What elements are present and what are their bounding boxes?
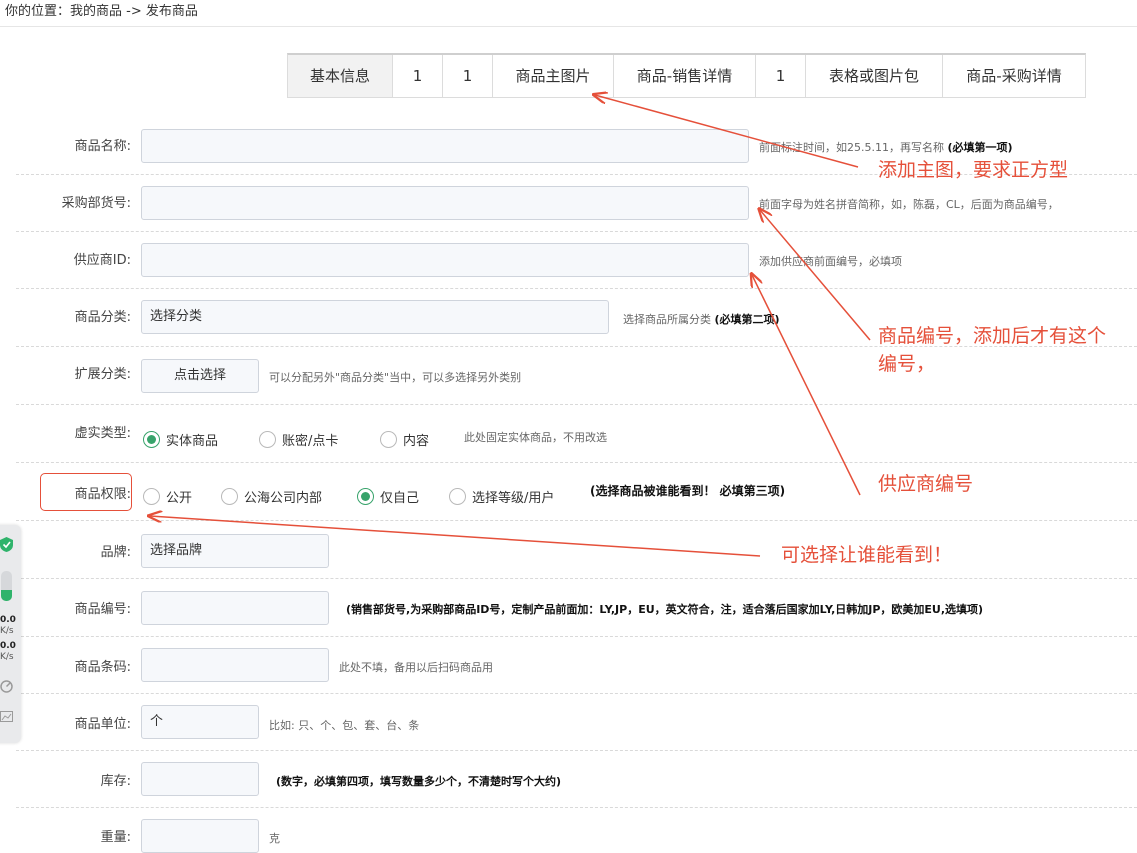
radio-label: 仅自己 xyxy=(380,491,420,506)
barcode-hint: 此处不填，备用以后扫码商品用 xyxy=(339,661,493,674)
radio-label: 公海公司内部 xyxy=(244,491,323,506)
supplier-id-input[interactable] xyxy=(141,243,749,277)
download-unit: K/s xyxy=(0,652,14,662)
tab-1c[interactable]: 1 xyxy=(756,55,806,97)
radio-company-internal[interactable]: 公海公司内部 xyxy=(221,487,322,506)
annotation-supplier: 供应商编号 xyxy=(878,473,974,495)
radio-checked-icon xyxy=(143,431,160,448)
divider xyxy=(16,807,1137,808)
tab-table-image-pack[interactable]: 表格或图片包 xyxy=(806,55,943,97)
tab-sales-detail[interactable]: 商品-销售详情 xyxy=(614,55,756,97)
category-hint: 选择商品所属分类 (必填第二项) xyxy=(623,311,780,327)
stock-label: 库存: xyxy=(100,774,131,789)
name-hint-required: (必填第一项) xyxy=(947,141,1013,154)
radio-level-user[interactable]: 选择等级/用户 xyxy=(449,487,554,506)
product-no-hint: (销售部货号,为采购部商品ID号，定制产品前面加：LY,JP，EU，英文符合，注… xyxy=(346,603,984,616)
upload-speed: 0.0 xyxy=(0,615,16,625)
permission-hint: (选择商品被谁能看到！ 必填第三项) xyxy=(590,484,786,498)
radio-icon xyxy=(143,488,160,505)
category-select[interactable]: 选择分类 xyxy=(141,300,609,334)
weight-hint: 克 xyxy=(269,832,280,845)
tab-purchase-detail[interactable]: 商品-采购详情 xyxy=(943,55,1085,97)
divider xyxy=(16,462,1137,463)
download-speed: 0.0 xyxy=(0,641,16,651)
radio-public[interactable]: 公开 xyxy=(143,487,192,506)
annotation-main-image: 添加主图，要求正方型 xyxy=(878,159,1069,181)
purchase-no-input[interactable] xyxy=(141,186,749,220)
stock-hint: (数字，必填第四项，填写数量多少个，不清楚时写个大约) xyxy=(276,775,562,788)
upload-unit: K/s xyxy=(0,626,14,636)
radio-icon xyxy=(449,488,466,505)
unit-hint: 比如: 只、个、包、套、台、条 xyxy=(269,719,420,732)
radio-physical[interactable]: 实体商品 xyxy=(143,430,218,449)
divider xyxy=(16,231,1137,232)
radio-label: 公开 xyxy=(166,491,193,506)
name-hint: 前面标注时间，如25.5.11，再写名称 (必填第一项) xyxy=(759,139,1013,155)
network-speed-panel[interactable]: 0.0 K/s 0.0 K/s xyxy=(0,525,21,743)
divider xyxy=(16,636,1137,637)
category-hint-text: 选择商品所属分类 xyxy=(623,313,711,326)
category-label: 商品分类: xyxy=(74,310,131,325)
divider xyxy=(16,520,1137,521)
speedometer-icon xyxy=(0,680,13,693)
annotation-product-no-1: 商品编号，添加后才有这个 xyxy=(878,325,1107,347)
tab-main-image[interactable]: 商品主图片 xyxy=(493,55,614,97)
weight-label: 重量: xyxy=(100,830,131,845)
divider xyxy=(16,578,1137,579)
brand-select[interactable]: 选择品牌 xyxy=(141,534,329,568)
weight-input[interactable] xyxy=(141,819,259,853)
supplier-id-label: 供应商ID: xyxy=(73,253,131,268)
radio-label: 选择等级/用户 xyxy=(472,491,555,506)
radio-icon xyxy=(380,431,397,448)
supplier-id-hint: 添加供应商前面编号，必填项 xyxy=(759,255,902,268)
unit-input[interactable]: 个 xyxy=(141,705,259,739)
name-hint-text: 前面标注时间，如25.5.11，再写名称 xyxy=(759,141,944,154)
radio-label: 内容 xyxy=(403,434,430,449)
radio-icon xyxy=(221,488,238,505)
radio-content[interactable]: 内容 xyxy=(380,430,429,449)
radio-self-only[interactable]: 仅自己 xyxy=(357,487,419,506)
radio-checked-icon xyxy=(357,488,374,505)
ext-category-hint: 可以分配另外"商品分类"当中，可以多选择另外类别 xyxy=(269,371,522,384)
divider xyxy=(16,288,1137,289)
chart-icon xyxy=(0,711,13,722)
barcode-input[interactable] xyxy=(141,648,329,682)
radio-icon xyxy=(259,431,276,448)
shield-icon xyxy=(0,537,13,552)
annotation-product-no-2: 编号， xyxy=(878,353,936,375)
memory-gauge-icon xyxy=(1,571,12,601)
radio-label: 账密/点卡 xyxy=(282,434,339,449)
product-no-input[interactable] xyxy=(141,591,329,625)
permission-label: 商品权限: xyxy=(74,487,131,502)
divider xyxy=(16,693,1137,694)
divider xyxy=(16,404,1137,405)
name-input[interactable] xyxy=(141,129,749,163)
tab-1b[interactable]: 1 xyxy=(443,55,493,97)
virtual-type-hint: 此处固定实体商品，不用改选 xyxy=(464,431,607,444)
tab-bar: 基本信息 1 1 商品主图片 商品-销售详情 1 表格或图片包 商品-采购详情 xyxy=(287,53,1086,98)
ext-category-label: 扩展分类: xyxy=(74,367,131,382)
annotation-visibility: 可选择让谁能看到！ xyxy=(781,544,953,566)
tab-basic-info[interactable]: 基本信息 xyxy=(288,55,393,97)
radio-label: 实体商品 xyxy=(166,434,219,449)
purchase-no-label: 采购部货号: xyxy=(61,196,131,211)
name-label: 商品名称: xyxy=(74,139,131,154)
stock-input[interactable] xyxy=(141,762,259,796)
tab-1a[interactable]: 1 xyxy=(393,55,443,97)
divider xyxy=(0,26,1137,27)
purchase-no-hint: 前面字母为姓名拼音简称，如，陈磊，CL，后面为商品编号， xyxy=(759,198,1059,211)
radio-account-card[interactable]: 账密/点卡 xyxy=(259,430,338,449)
category-hint-required: (必填第二项) xyxy=(714,313,780,326)
ext-category-button[interactable]: 点击选择 xyxy=(141,359,259,393)
breadcrumb: 你的位置：我的商品 -> 发布商品 xyxy=(5,4,198,19)
divider xyxy=(16,750,1137,751)
virtual-type-label: 虚实类型: xyxy=(74,426,131,441)
